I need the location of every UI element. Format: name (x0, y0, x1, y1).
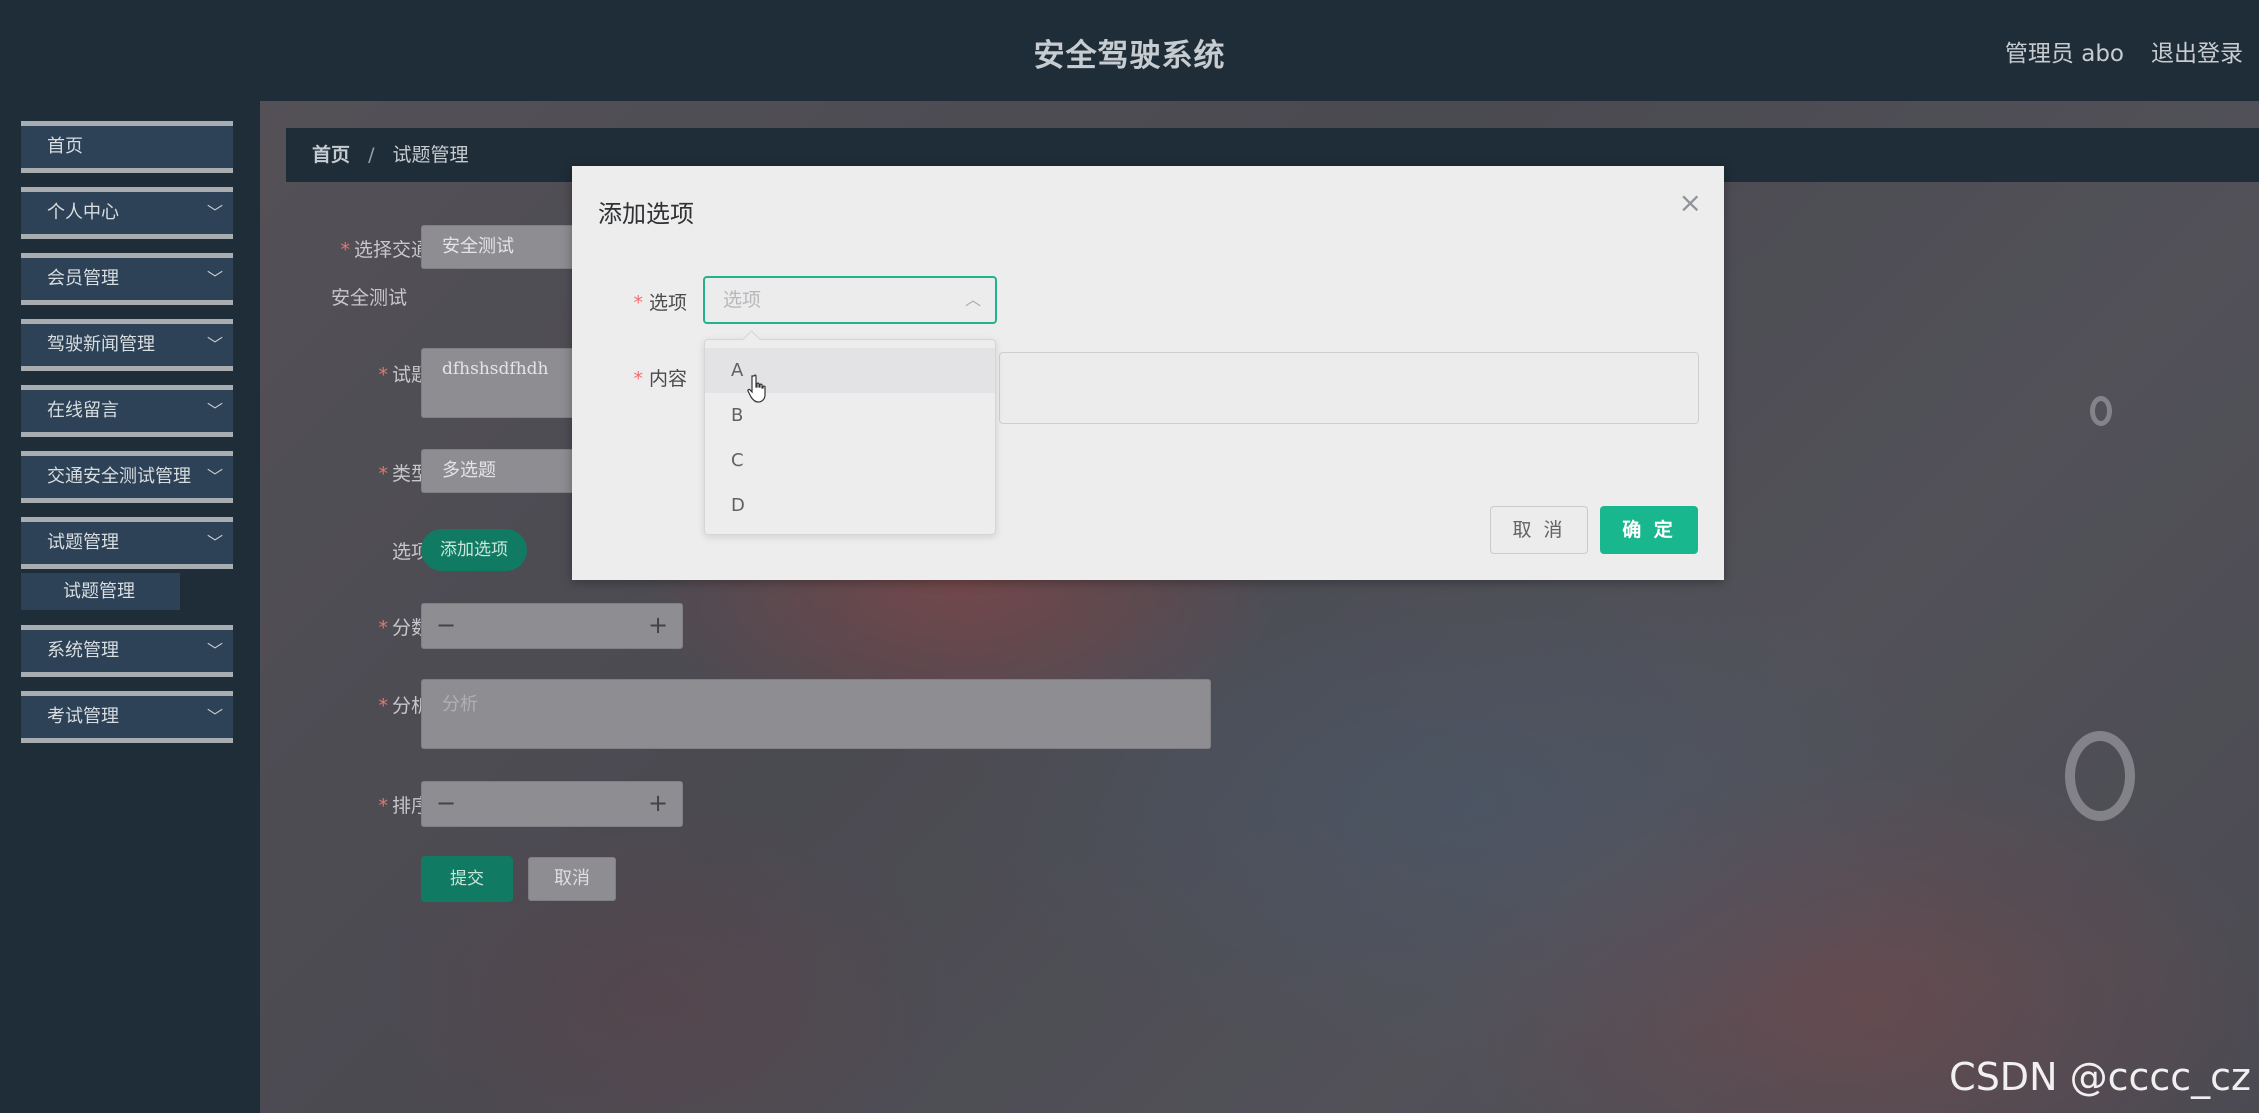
chevron-down-icon: ﹀ (206, 707, 223, 726)
option-select-placeholder: 选项 (723, 289, 762, 311)
chevron-down-icon: ﹀ (206, 203, 223, 222)
dialog-title: 添加选项 (598, 200, 694, 228)
breadcrumb-separator: / (368, 144, 375, 166)
type-label: * 类型 (378, 463, 430, 485)
sidebar-item-label: 考试管理 (47, 706, 119, 727)
watermark: CSDN @cccc_cz (1949, 1055, 2251, 1099)
plus-icon[interactable]: + (634, 604, 682, 648)
sidebar-item-label: 交通安全测试管理 (47, 466, 191, 487)
sidebar-item-system-management[interactable]: 系统管理 ﹀ (21, 625, 233, 677)
sidebar-item-label: 首页 (47, 136, 83, 157)
exam-label: * 选择交通 (340, 239, 430, 261)
chevron-down-icon: ﹀ (206, 641, 223, 660)
breadcrumb-home[interactable]: 首页 (312, 144, 350, 166)
logout-link[interactable]: 退出登录 (2151, 34, 2243, 68)
sidebar-item-label: 在线留言 (47, 400, 119, 421)
option-select[interactable]: 选项 ︿ (703, 276, 997, 324)
app-title: 安全驾驶系统 (1033, 38, 1226, 74)
sidebar-item-online-messages[interactable]: 在线留言 ﹀ (21, 385, 233, 437)
dropdown-option-d[interactable]: D (705, 483, 995, 528)
sidebar-item-traffic-test-management[interactable]: 交通安全测试管理 ﹀ (21, 451, 233, 503)
chevron-up-icon: ︿ (964, 290, 981, 309)
hand-cursor-icon (747, 374, 766, 403)
exam-label-continued: 安全测试 (330, 287, 407, 309)
form-cancel-button[interactable]: 取消 (528, 857, 616, 901)
minus-icon[interactable]: − (422, 782, 470, 826)
content-label: * 内容 (633, 368, 687, 390)
top-header: 安全驾驶系统 管理员 abo 退出登录 (0, 0, 2259, 101)
options-label: 选项 (391, 541, 430, 563)
sidebar-item-label: 驾驶新闻管理 (47, 334, 155, 355)
question-label: * 试题 (378, 364, 430, 386)
close-icon[interactable]: × (1679, 186, 1702, 219)
sort-label: * 排序 (378, 795, 430, 817)
sidebar-item-exam-management[interactable]: 考试管理 ﹀ (21, 691, 233, 743)
option-label: * 选项 (633, 292, 687, 314)
add-option-button[interactable]: 添加选项 (421, 529, 527, 571)
sidebar-item-question-management[interactable]: 试题管理 ﹀ (21, 517, 233, 569)
breadcrumb-current: 试题管理 (392, 144, 469, 166)
submit-button[interactable]: 提交 (421, 856, 513, 902)
plus-icon[interactable]: + (634, 782, 682, 826)
sidebar-item-member-management[interactable]: 会员管理 ﹀ (21, 253, 233, 305)
score-label: * 分数 (378, 617, 430, 639)
dialog-cancel-button[interactable]: 取 消 (1490, 506, 1588, 554)
dialog-confirm-button[interactable]: 确 定 (1600, 506, 1698, 554)
minus-icon[interactable]: − (422, 604, 470, 648)
sidebar-subitem-question-management[interactable]: 试题管理 (21, 573, 180, 610)
sidebar-item-news-management[interactable]: 驾驶新闻管理 ﹀ (21, 319, 233, 371)
sidebar: 首页 个人中心 ﹀ 会员管理 ﹀ 驾驶新闻管理 ﹀ 在线留言 ﹀ 交通安全测试管… (0, 101, 260, 1113)
analysis-textarea[interactable]: 分析 (421, 679, 1211, 749)
dropdown-option-c[interactable]: C (705, 438, 995, 483)
sidebar-item-home[interactable]: 首页 (21, 121, 233, 173)
admin-user-label: 管理员 abo (2004, 41, 2124, 67)
sidebar-item-label: 试题管理 (47, 532, 119, 553)
sort-stepper: − + (421, 781, 683, 827)
content-textarea[interactable] (999, 352, 1699, 424)
chevron-down-icon: ﹀ (206, 269, 223, 288)
chevron-down-icon: ﹀ (206, 467, 223, 486)
chevron-down-icon: ﹀ (206, 335, 223, 354)
sidebar-item-label: 系统管理 (47, 640, 119, 661)
sidebar-item-personal-center[interactable]: 个人中心 ﹀ (21, 187, 233, 239)
analysis-label: * 分析 (378, 695, 430, 717)
sidebar-item-label: 会员管理 (47, 268, 119, 289)
chevron-down-icon: ﹀ (206, 533, 223, 552)
chevron-down-icon: ﹀ (206, 401, 223, 420)
option-dropdown: A B C D (704, 339, 996, 535)
score-stepper: − + (421, 603, 683, 649)
sidebar-item-label: 个人中心 (47, 202, 119, 223)
